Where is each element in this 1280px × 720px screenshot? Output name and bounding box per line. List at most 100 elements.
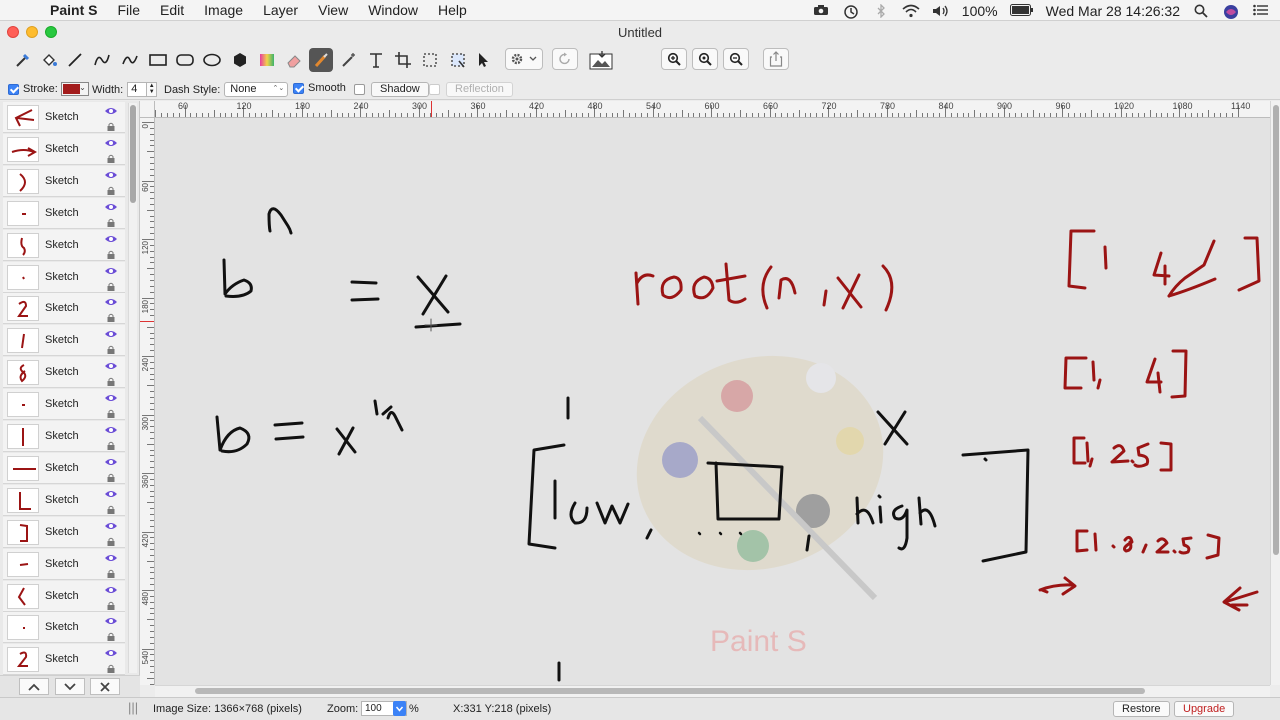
layer-row[interactable]: Sketch xyxy=(3,484,125,516)
eye-icon[interactable] xyxy=(104,296,117,308)
menu-window[interactable]: Window xyxy=(368,0,418,21)
bezier-icon[interactable] xyxy=(118,48,142,72)
bluetooth-icon[interactable] xyxy=(872,2,890,19)
layer-row[interactable]: Sketch xyxy=(3,229,125,261)
eye-icon[interactable] xyxy=(104,169,117,181)
eye-icon[interactable] xyxy=(104,488,117,500)
lock-icon[interactable] xyxy=(107,216,115,227)
eye-icon[interactable] xyxy=(104,328,117,340)
eye-icon[interactable] xyxy=(104,615,117,627)
polygon-icon[interactable] xyxy=(228,48,252,72)
layer-row[interactable]: Sketch xyxy=(3,612,125,644)
layer-row[interactable]: Sketch xyxy=(3,580,125,612)
dash-style-select[interactable]: None xyxy=(224,82,289,97)
width-field[interactable]: 4 xyxy=(127,82,148,97)
marquee-select-icon[interactable] xyxy=(418,48,442,72)
lasso-select-icon[interactable] xyxy=(446,48,470,72)
settings-dropdown-button[interactable] xyxy=(505,48,543,70)
lock-icon[interactable] xyxy=(107,503,115,514)
canvas-vertical-scrollbar[interactable] xyxy=(1270,101,1280,685)
canvas-vertical-scroll-thumb[interactable] xyxy=(1273,105,1279,555)
camera-icon[interactable] xyxy=(812,4,830,18)
eyedropper-icon[interactable] xyxy=(11,48,35,72)
eye-icon[interactable] xyxy=(104,233,117,245)
volume-icon[interactable] xyxy=(932,4,950,18)
rectangle-icon[interactable] xyxy=(146,48,170,72)
eye-icon[interactable] xyxy=(104,392,117,404)
panel-resize-handle[interactable]: ||| xyxy=(128,700,138,715)
restore-button[interactable]: Restore xyxy=(1113,701,1170,717)
layer-row[interactable]: Sketch xyxy=(3,261,125,293)
time-machine-icon[interactable] xyxy=(842,4,860,19)
curve-icon[interactable] xyxy=(90,48,114,72)
zoom-in-icon[interactable] xyxy=(661,48,687,70)
lock-icon[interactable] xyxy=(107,343,115,355)
search-icon[interactable] xyxy=(1192,4,1210,18)
lock-icon[interactable] xyxy=(107,120,115,131)
eye-icon[interactable] xyxy=(104,520,117,532)
lock-icon[interactable] xyxy=(107,630,115,642)
layer-row[interactable]: Sketch xyxy=(3,548,125,580)
lock-icon[interactable] xyxy=(107,439,115,450)
eye-icon[interactable] xyxy=(104,424,117,436)
layer-row[interactable]: Sketch xyxy=(3,421,125,452)
width-stepper[interactable]: ▲ ▼ xyxy=(147,82,158,97)
stroke-color-well[interactable]: ⌄ xyxy=(60,82,89,96)
menu-edit[interactable]: Edit xyxy=(160,0,184,21)
gradient-icon[interactable] xyxy=(255,48,279,72)
siri-icon[interactable] xyxy=(1222,4,1240,19)
canvas-horizontal-scroll-thumb[interactable] xyxy=(195,688,1145,694)
lock-icon[interactable] xyxy=(107,311,115,323)
layer-row[interactable]: Sketch xyxy=(3,102,125,133)
fill-bucket-icon[interactable] xyxy=(37,48,61,72)
lock-icon[interactable] xyxy=(107,535,115,546)
stroke-checkbox[interactable] xyxy=(8,83,19,95)
menu-view[interactable]: View xyxy=(318,0,348,21)
battery-icon[interactable] xyxy=(1009,3,1034,18)
eraser-icon[interactable] xyxy=(282,48,306,72)
redo-icon[interactable] xyxy=(552,48,578,70)
eye-icon[interactable] xyxy=(104,647,117,659)
text-icon[interactable] xyxy=(364,48,388,72)
eye-icon[interactable] xyxy=(104,552,117,564)
canvas-horizontal-scrollbar[interactable] xyxy=(155,685,1270,697)
clock[interactable]: Wed Mar 28 14:26:32 xyxy=(1046,3,1180,19)
layer-row[interactable]: Sketch xyxy=(3,516,125,548)
layer-row[interactable]: Sketch xyxy=(3,293,125,325)
layer-row[interactable]: Sketch xyxy=(3,389,125,421)
eye-icon[interactable] xyxy=(104,201,117,213)
zoom-out-icon[interactable] xyxy=(723,48,749,70)
move-layer-up-icon[interactable] xyxy=(19,678,49,695)
shadow-checkbox[interactable] xyxy=(354,84,365,95)
lock-icon[interactable] xyxy=(107,407,115,419)
reflection-button[interactable]: Reflection xyxy=(446,82,513,97)
upgrade-button[interactable]: Upgrade xyxy=(1174,701,1235,717)
menu-help[interactable]: Help xyxy=(438,0,467,21)
layer-row[interactable]: Sketch xyxy=(3,357,125,389)
share-icon[interactable] xyxy=(763,48,789,70)
lock-icon[interactable] xyxy=(107,375,115,387)
lock-icon[interactable] xyxy=(107,248,115,259)
layer-row[interactable]: Sketch xyxy=(3,165,125,197)
eye-icon[interactable] xyxy=(104,105,117,117)
ellipse-icon[interactable] xyxy=(200,48,224,72)
eye-icon[interactable] xyxy=(104,137,117,149)
lock-icon[interactable] xyxy=(107,280,115,291)
rounded-rectangle-icon[interactable] xyxy=(173,48,197,72)
line-icon[interactable] xyxy=(63,48,87,72)
layer-row[interactable]: Sketch xyxy=(3,452,125,484)
layer-row[interactable]: Sketch xyxy=(3,644,125,675)
crop-icon[interactable] xyxy=(391,48,415,72)
magic-wand-icon[interactable] xyxy=(337,48,361,72)
lock-icon[interactable] xyxy=(107,599,115,610)
move-layer-down-icon[interactable] xyxy=(55,678,85,695)
layers-scroll-thumb[interactable] xyxy=(130,105,136,203)
menu-image[interactable]: Image xyxy=(204,0,243,21)
pointer-icon[interactable] xyxy=(471,48,495,72)
layer-row[interactable]: Sketch xyxy=(3,325,125,357)
lock-icon[interactable] xyxy=(107,662,115,674)
eye-icon[interactable] xyxy=(104,456,117,468)
lock-icon[interactable] xyxy=(107,152,115,163)
zoom-dropdown-icon[interactable] xyxy=(393,701,406,716)
reflection-checkbox[interactable] xyxy=(429,84,440,95)
